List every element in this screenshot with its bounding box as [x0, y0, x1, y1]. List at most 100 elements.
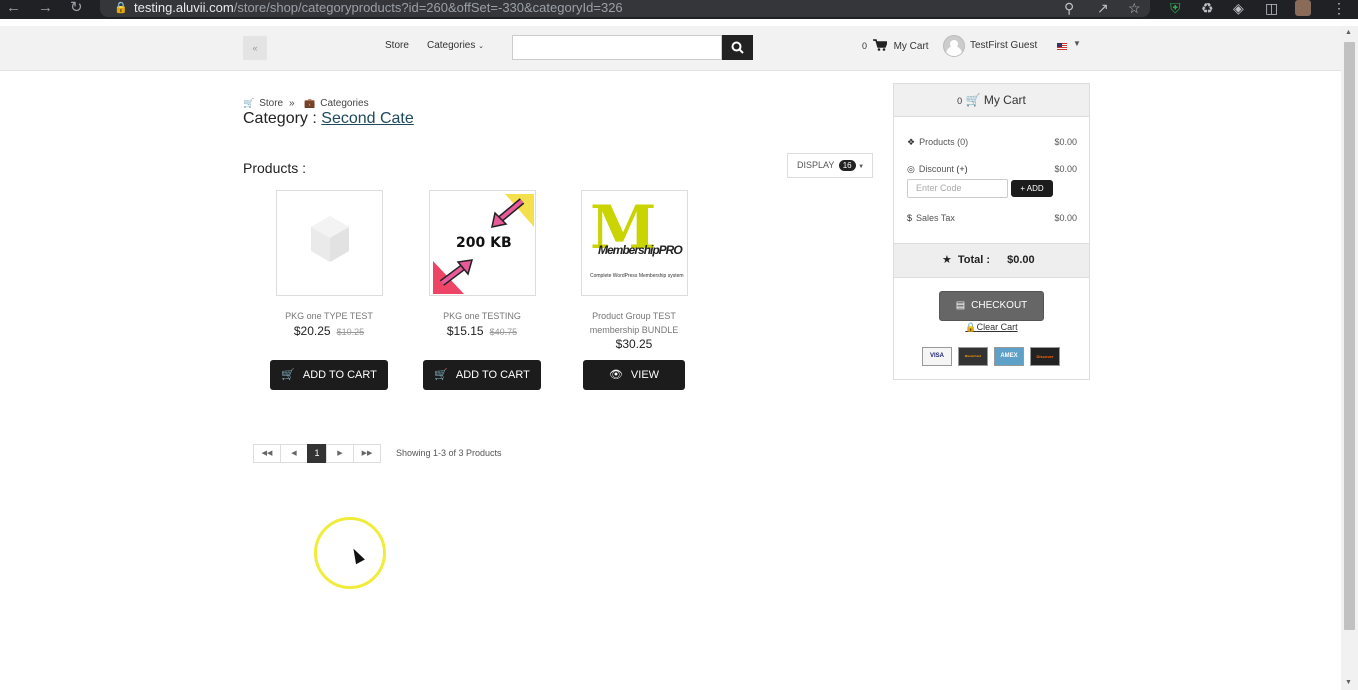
clear-cart-label: Clear Cart: [976, 322, 1018, 332]
profile-avatar-icon[interactable]: [1295, 0, 1311, 16]
last-page-icon[interactable]: ▶▶: [353, 444, 381, 463]
puzzle-extensions-icon[interactable]: ◈: [1233, 0, 1244, 16]
cart-tax-label: Sales Tax: [916, 213, 955, 223]
prev-page-icon[interactable]: ◀: [280, 444, 308, 463]
product-price-3: $30.25: [615, 337, 653, 351]
visa-card-icon: VISA: [922, 347, 952, 366]
add-to-cart-button-1[interactable]: 🛒 ADD TO CART: [270, 360, 388, 390]
breadcrumb-store[interactable]: 🛒 Store: [243, 98, 283, 109]
view-button-3[interactable]: 👁 VIEW: [583, 360, 685, 390]
cart-total-amount: $0.00: [1007, 254, 1035, 266]
breadcrumb-categories-label: Categories: [320, 98, 369, 109]
membership-logo: M MembershipPRO Complete WordPress Membe…: [588, 193, 684, 289]
share-icon[interactable]: ↗: [1097, 0, 1109, 16]
product-image-3[interactable]: M MembershipPRO Complete WordPress Membe…: [581, 190, 688, 296]
caret-down-icon[interactable]: ▼: [1073, 39, 1081, 48]
product-name-line2: membership BUNDLE: [589, 325, 679, 335]
page-title: Category : Second Cate: [243, 110, 414, 128]
bookmark-star-icon[interactable]: ☆: [1128, 0, 1141, 16]
scroll-up-icon[interactable]: ▲: [1345, 29, 1352, 36]
reload-icon[interactable]: ↻: [70, 0, 83, 16]
eye-icon: 👁: [608, 369, 623, 381]
back-icon[interactable]: ←: [6, 0, 21, 16]
lock-icon: 🔒: [965, 322, 977, 332]
product-name-2[interactable]: PKG one TESTING: [407, 309, 557, 323]
checkout-button[interactable]: ▤ CHECKOUT: [939, 291, 1044, 321]
product-image-2[interactable]: 200 KB: [429, 190, 536, 296]
user-avatar[interactable]: [943, 35, 965, 57]
discount-toggle[interactable]: (+): [956, 164, 967, 174]
view-label: VIEW: [630, 369, 660, 381]
user-name[interactable]: TestFirst Guest: [970, 40, 1037, 51]
chevron-down-icon: ⌄: [478, 43, 485, 50]
header-cart-count: 0: [862, 41, 868, 51]
cart-products-amount: $0.00: [1054, 137, 1077, 147]
shield-extension-icon[interactable]: ⛨: [1170, 0, 1181, 16]
sidepanel-icon[interactable]: ◫: [1265, 0, 1278, 16]
cart-icon: [872, 39, 888, 51]
caret-down-icon: ▼: [858, 164, 865, 170]
product-name-1[interactable]: PKG one TYPE TEST: [254, 309, 404, 323]
page-button-1[interactable]: 1: [307, 444, 327, 463]
product-price-1: $20.25 $10.25: [254, 324, 404, 338]
discount-code-input[interactable]: Enter Code: [907, 179, 1008, 198]
first-page-icon[interactable]: ◀◀: [253, 444, 281, 463]
cart-small-icon: 🛒: [243, 98, 255, 108]
payment-cards: VISA MasterCard AMEX Discover: [922, 347, 1060, 366]
display-label: DISPLAY: [797, 160, 835, 170]
add-to-cart-label: ADD TO CART: [302, 369, 377, 381]
forward-icon[interactable]: →: [38, 0, 53, 16]
nav-categories-dropdown[interactable]: Categories ⌄: [427, 40, 484, 51]
url-text[interactable]: testing.aluvii.com/store/shop/categorypr…: [134, 0, 623, 16]
briefcase-icon: 💼: [304, 98, 316, 108]
menu-kebab-icon[interactable]: ⋮: [1332, 0, 1346, 16]
checkout-label: CHECKOUT: [971, 300, 1028, 311]
scroll-down-icon[interactable]: ▼: [1345, 679, 1352, 686]
results-count: Showing 1-3 of 3 Products: [396, 448, 502, 458]
breadcrumb-categories[interactable]: 💼 Categories: [304, 98, 369, 109]
star-icon: ★: [942, 254, 952, 266]
cart-icon: 🛒: [965, 93, 981, 107]
search-input[interactable]: [512, 35, 722, 60]
nav-categories-label: Categories: [427, 40, 476, 51]
product-name-line1: Product Group TEST: [592, 311, 676, 321]
search-icon: [731, 41, 744, 54]
cart-total-row: ★ Total : $0.00: [894, 243, 1089, 278]
amex-card-icon: AMEX: [994, 347, 1024, 366]
tags-icon: ❖: [907, 137, 916, 147]
scrollbar-thumb[interactable]: [1344, 42, 1355, 630]
placeholder-box-icon: [311, 216, 349, 262]
products-heading: Products :: [243, 160, 307, 176]
cart-discount-row: ◎ Discount (+) $0.00: [907, 164, 1077, 175]
cart-count: 0: [957, 96, 963, 106]
recycle-extension-icon[interactable]: ♻: [1201, 0, 1214, 16]
add-to-cart-button-2[interactable]: 🛒 ADD TO CART: [423, 360, 541, 390]
product-price-old: $40.75: [489, 327, 518, 337]
product-name-3[interactable]: Product Group TEST membership BUNDLE: [559, 309, 709, 337]
product-image-1[interactable]: [276, 190, 383, 296]
browser-chrome: ← → ↻ 🔒 testing.aluvii.com/store/shop/ca…: [0, 0, 1358, 19]
breadcrumb-separator: »: [289, 98, 295, 109]
zoom-icon[interactable]: ⚲: [1064, 0, 1074, 16]
cart-products-row: ❖ Products (0) $0.00: [907, 137, 1077, 148]
clear-cart-link[interactable]: 🔒Clear Cart: [894, 322, 1089, 333]
discover-card-icon: Discover: [1030, 347, 1060, 366]
cart-discount-label: Discount: [918, 164, 954, 174]
add-discount-button[interactable]: + ADD: [1011, 180, 1053, 197]
cart-icon: 🛒: [434, 369, 448, 381]
header-cart-link[interactable]: 0 My Cart: [862, 39, 929, 52]
next-page-icon[interactable]: ▶: [326, 444, 354, 463]
nav-store-link[interactable]: Store: [385, 40, 409, 51]
us-flag-icon[interactable]: [1057, 43, 1067, 50]
category-name-link[interactable]: Second Cate: [321, 110, 414, 127]
search-button[interactable]: [722, 35, 753, 60]
category-prefix: Category :: [243, 110, 317, 127]
display-count-dropdown[interactable]: DISPLAY 16 ▼: [787, 153, 873, 178]
display-count-badge: 16: [838, 160, 856, 171]
cart-sidebar: 0 🛒 My Cart ❖ Products (0) $0.00 ◎ Discoun…: [893, 83, 1090, 380]
cart-title: My Cart: [983, 93, 1026, 107]
product-price-2: $15.15 $40.75: [407, 324, 557, 338]
lock-icon[interactable]: 🔒: [114, 1, 128, 14]
collapse-menu-button[interactable]: «: [243, 36, 267, 60]
header-cart-label: My Cart: [893, 41, 929, 52]
